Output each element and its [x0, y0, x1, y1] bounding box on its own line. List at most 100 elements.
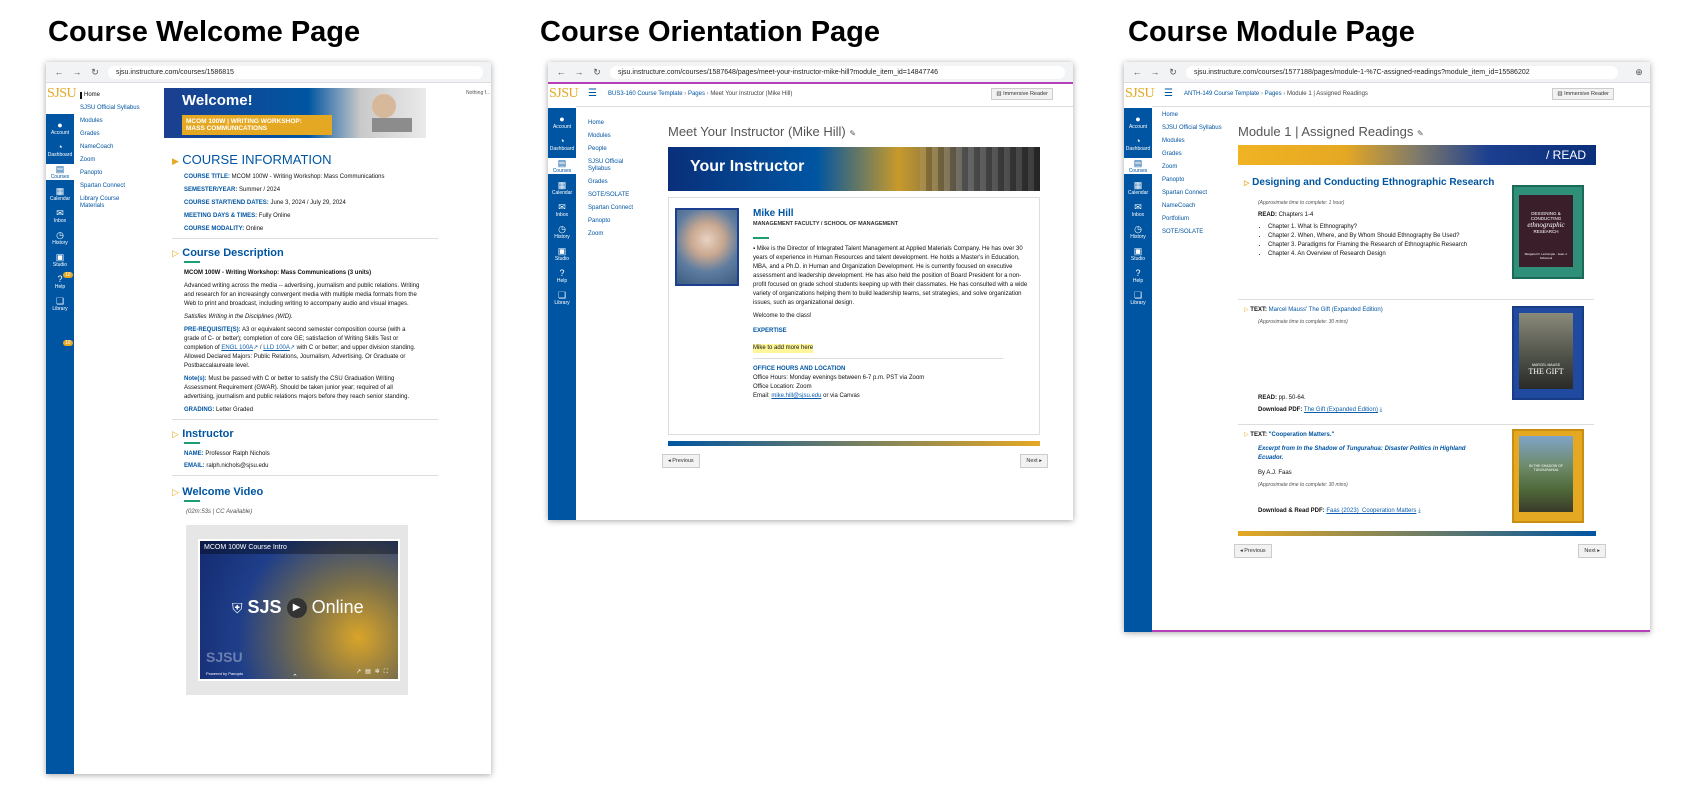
course-nav-namecoach[interactable]: NameCoach — [80, 144, 142, 151]
course-nav-namecoach[interactable]: NameCoach — [1162, 203, 1224, 210]
browser-toolbar: ← → ↻ sjsu.instructure.com/courses/15771… — [1124, 62, 1650, 83]
zoom-icon[interactable]: ⊕ — [1634, 67, 1644, 78]
download-link[interactable]: Faas (2023)_Cooperation Matters — [1326, 508, 1416, 514]
breadcrumb-pages[interactable]: Pages — [688, 91, 705, 97]
global-nav-library[interactable]: ❏ Library — [548, 290, 576, 306]
global-nav-courses[interactable]: ▤ Courses — [46, 164, 74, 180]
global-nav-courses[interactable]: ▤ Courses — [548, 158, 576, 174]
global-nav-history[interactable]: ◷ History — [1124, 224, 1152, 240]
global-nav-history[interactable]: ◷ History — [46, 230, 74, 246]
sjsu-logo[interactable]: SJSU — [47, 86, 77, 102]
download-link[interactable]: The Gift (Expanded Edition) — [1304, 407, 1378, 413]
global-nav-account[interactable]: ● Account — [46, 120, 74, 136]
global-nav-calendar[interactable]: ▦ Calendar — [46, 186, 74, 202]
sjsu-logo[interactable]: SJSU — [549, 86, 579, 102]
back-arrow-icon[interactable]: ← — [556, 67, 566, 77]
global-nav-studio[interactable]: ▣ Studio — [46, 252, 74, 268]
course-nav-modules[interactable]: Modules — [80, 118, 142, 125]
reload-icon[interactable]: ↻ — [90, 67, 100, 78]
breadcrumb-course[interactable]: BUS3-160 Course Template — [608, 91, 683, 97]
reload-icon[interactable]: ↻ — [592, 67, 602, 78]
course-nav-syllabus[interactable]: SJSU Official Syllabus — [588, 159, 628, 173]
hamburger-icon[interactable]: ☰ — [1164, 88, 1173, 99]
global-nav-dashboard[interactable]: ◔ Dashboard — [1124, 136, 1152, 152]
course-nav-people[interactable]: People — [588, 146, 650, 153]
global-nav-studio[interactable]: ▣ Studio — [548, 246, 576, 262]
course-nav-syllabus[interactable]: SJSU Official Syllabus — [80, 105, 142, 112]
edit-icon[interactable]: ✎ — [1417, 129, 1424, 138]
global-nav-calendar[interactable]: ▦ Calendar — [1124, 180, 1152, 196]
global-nav-library[interactable]: ❏ Library — [46, 296, 74, 312]
download-icon[interactable]: ⤓ — [1380, 407, 1383, 413]
settings-icon[interactable]: ✲ — [375, 669, 384, 675]
reload-icon[interactable]: ↻ — [1168, 67, 1178, 78]
next-button[interactable]: Next ▸ — [1020, 454, 1048, 468]
download-icon[interactable]: ⤓ — [1418, 508, 1421, 514]
global-nav-help[interactable]: ? Help — [1124, 268, 1152, 284]
engl-100a-link[interactable]: ENGL 100A — [221, 345, 253, 351]
forward-arrow-icon[interactable]: → — [1150, 67, 1160, 77]
global-nav-history[interactable]: ◷ History — [548, 224, 576, 240]
course-nav-spartan-connect[interactable]: Spartan Connect — [1162, 190, 1224, 197]
hamburger-icon[interactable]: ☰ — [588, 88, 597, 99]
global-nav-calendar[interactable]: ▦ Calendar — [548, 180, 576, 196]
global-nav-inbox[interactable]: ✉ Inbox — [1124, 202, 1152, 218]
global-nav-library[interactable]: ❏ Library — [1124, 290, 1152, 306]
global-nav-courses[interactable]: ▤ Courses — [1124, 158, 1152, 174]
fullscreen-icon[interactable]: ⛶ — [384, 669, 392, 675]
course-nav-portfolium[interactable]: Portfolium — [1162, 216, 1224, 223]
captions-icon[interactable]: ▤ — [365, 669, 375, 675]
global-nav-account[interactable]: ● Account — [548, 114, 576, 130]
global-nav-dashboard[interactable]: ◔ Dashboard — [46, 142, 74, 158]
global-nav-inbox[interactable]: ✉ Inbox — [46, 208, 74, 224]
course-nav-spartan-connect[interactable]: Spartan Connect — [80, 183, 142, 190]
address-bar[interactable]: sjsu.instructure.com/courses/1577188/pag… — [1186, 65, 1618, 79]
chevron-up-icon[interactable]: ⌃ — [292, 673, 298, 681]
course-nav-home[interactable]: Home — [80, 92, 146, 99]
back-arrow-icon[interactable]: ← — [54, 67, 64, 77]
email-link[interactable]: mike.hill@sjsu.edu — [771, 393, 821, 399]
video-player[interactable]: MCOM 100W Course Intro ⛨ SJS ▶ Online SJ… — [198, 539, 400, 681]
divider — [172, 419, 438, 420]
course-nav-panopto[interactable]: Panopto — [588, 218, 650, 225]
forward-arrow-icon[interactable]: → — [72, 67, 82, 77]
play-icon[interactable]: ▶ — [286, 598, 307, 619]
immersive-reader-button[interactable]: ▥ Immersive Reader — [1552, 88, 1614, 100]
back-arrow-icon[interactable]: ← — [1132, 67, 1142, 77]
course-nav-home[interactable]: Home — [1162, 112, 1224, 119]
global-nav-inbox[interactable]: ✉ Inbox — [548, 202, 576, 218]
global-nav-dashboard[interactable]: ◔ Dashboard — [548, 136, 576, 152]
course-nav-syllabus[interactable]: SJSU Official Syllabus — [1162, 125, 1224, 132]
course-nav-grades[interactable]: Grades — [1162, 151, 1224, 158]
breadcrumb-course[interactable]: ANTH-149 Course Template — [1184, 91, 1259, 97]
immersive-reader-button[interactable]: ▥ Immersive Reader — [991, 88, 1053, 100]
next-button[interactable]: Next ▸ — [1578, 544, 1606, 558]
share-icon[interactable]: ↗ — [356, 669, 365, 675]
course-nav-modules[interactable]: Modules — [588, 133, 650, 140]
previous-button[interactable]: ◂ Previous — [1234, 544, 1272, 558]
course-nav-library-materials[interactable]: Library Course Materials — [80, 196, 142, 210]
course-nav-grades[interactable]: Grades — [80, 131, 142, 138]
course-nav-panopto[interactable]: Panopto — [80, 170, 142, 177]
course-nav-zoom[interactable]: Zoom — [80, 157, 142, 164]
address-bar[interactable]: sjsu.instructure.com/courses/1586815 — [108, 65, 483, 79]
global-nav-studio[interactable]: ▣ Studio — [1124, 246, 1152, 262]
sjsu-logo[interactable]: SJSU — [1125, 86, 1155, 102]
global-nav-help[interactable]: ? Help — [548, 268, 576, 284]
course-nav-modules[interactable]: Modules — [1162, 138, 1224, 145]
course-nav-spartan-connect[interactable]: Spartan Connect — [588, 205, 650, 212]
forward-arrow-icon[interactable]: → — [574, 67, 584, 77]
previous-button[interactable]: ◂ Previous — [662, 454, 700, 468]
address-bar[interactable]: sjsu.instructure.com/courses/1587648/pag… — [610, 65, 1065, 79]
breadcrumb-pages[interactable]: Pages — [1265, 91, 1282, 97]
course-nav-sote[interactable]: SOTE/SOLATE — [1162, 229, 1224, 236]
course-nav-zoom[interactable]: Zoom — [588, 231, 650, 238]
global-nav-account[interactable]: ● Account — [1124, 114, 1152, 130]
course-nav-zoom[interactable]: Zoom — [1162, 164, 1224, 171]
course-nav-panopto[interactable]: Panopto — [1162, 177, 1224, 184]
edit-icon[interactable]: ✎ — [849, 129, 856, 138]
course-nav-grades[interactable]: Grades — [588, 179, 650, 186]
course-nav-home[interactable]: Home — [588, 120, 650, 127]
lld-100a-link[interactable]: LLD 100A — [263, 345, 290, 351]
course-nav-sote[interactable]: SOTE/SOLATE — [588, 192, 650, 199]
